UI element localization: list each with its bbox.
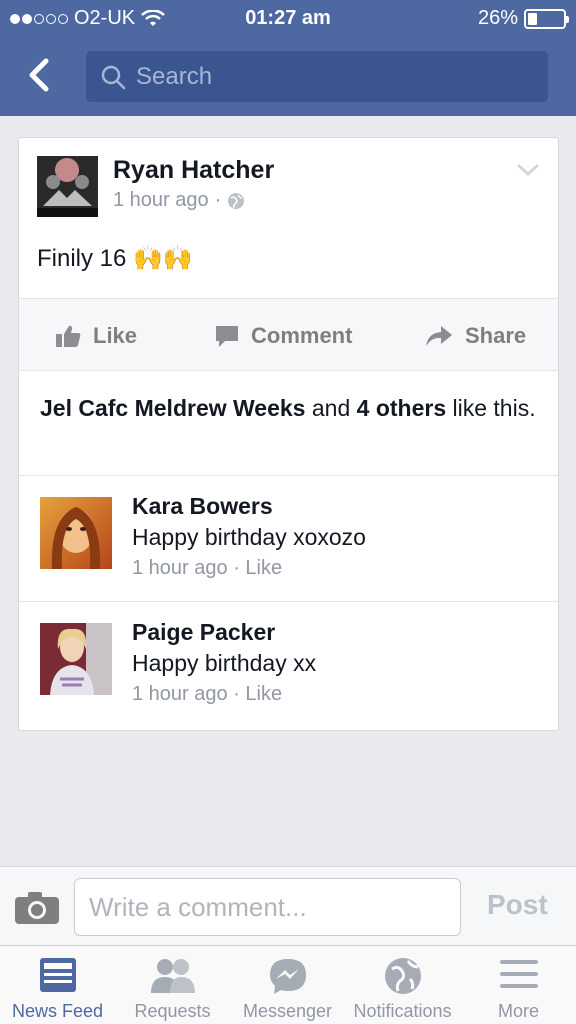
commenter-name[interactable]: Paige Packer [132,619,275,646]
comment-text: Happy birthday xx [132,650,317,676]
tab-requests[interactable]: Requests [115,946,230,1024]
post-options-button[interactable] [516,162,540,178]
search-input[interactable] [136,62,516,91]
tab-label: Messenger [242,1001,333,1021]
author-avatar[interactable] [37,156,98,217]
post-text: Finily 16 🙌🙌 [37,244,193,273]
speech-bubble-icon [216,325,238,347]
commenter-avatar[interactable] [40,623,112,695]
comment-item: Kara Bowers Happy birthday xoxozo 1 hour… [19,475,558,601]
comment-composer: Post [0,866,576,945]
post-message: Finily 16 [37,245,127,272]
comment-timestamp: 1 hour ago [132,557,228,579]
comment-timestamp: 1 hour ago [132,683,228,705]
public-globe-icon [228,192,245,209]
post-action-bar: Like Comment Share [19,298,558,371]
messenger-icon [269,959,306,994]
search-icon [101,65,126,89]
comment-separator: · [227,683,246,705]
comment-text: Happy birthday xoxozo [132,524,366,550]
chevron-down-icon [517,164,539,177]
post-card: Ryan Hatcher 1 hour ago · Finily 16 🙌🙌 L… [18,137,559,731]
post-comment-button[interactable]: Post [487,889,548,921]
navigation-header: O2-UK 01:27 am 26% [0,0,576,116]
globe-icon [384,958,421,994]
commenter-name[interactable]: Kara Bowers [132,493,273,520]
share-label: Share [465,322,527,348]
share-arrow-icon [426,325,452,346]
tab-messenger[interactable]: Messenger [230,946,345,1024]
battery-icon [524,8,569,29]
back-button[interactable] [22,55,62,95]
comment-label: Comment [251,322,353,348]
tab-label: More [497,1001,539,1021]
tab-label: Requests [134,1001,211,1021]
tab-news-feed[interactable]: News Feed [0,946,115,1024]
comment-like-link[interactable]: Like [245,557,282,579]
chevron-left-icon [29,58,49,92]
likes-summary[interactable]: Jel Cafc Meldrew Weeks and 4 others like… [40,394,540,423]
comment-separator: · [227,557,246,579]
commenter-photo-image [40,623,112,695]
likes-and: and [311,395,351,421]
commenter-photo-image [40,497,112,569]
tab-label: Notifications [353,1001,452,1021]
share-button[interactable]: Share [425,299,526,372]
battery-percent: 26% [477,7,518,29]
tab-notifications[interactable]: Notifications [345,946,460,1024]
post-timestamp: 1 hour ago [113,189,209,211]
status-bar: O2-UK 01:27 am 26% [0,0,576,38]
likes-suffix: like this. [452,395,536,421]
like-button[interactable]: Like [55,299,137,372]
profile-photo-image [37,156,98,217]
post-author-name[interactable]: Ryan Hatcher [113,156,274,185]
news-feed-icon [39,958,76,992]
search-bar[interactable] [86,51,548,102]
tab-more[interactable]: More [461,946,576,1024]
commenter-avatar[interactable] [40,497,112,569]
friend-requests-icon [150,959,195,993]
thumbs-up-icon [56,325,81,347]
camera-button[interactable] [14,891,60,925]
comment-meta: 1 hour ago · Like [132,557,282,580]
menu-icon [499,960,538,988]
like-label: Like [93,322,138,348]
meta-separator: · [214,189,222,211]
comment-item: Paige Packer Happy birthday xx 1 hour ag… [19,601,558,727]
comment-like-link[interactable]: Like [245,683,282,705]
liker-names[interactable]: Jel Cafc Meldrew Weeks [40,395,305,421]
comment-input[interactable] [74,878,461,936]
comment-button[interactable]: Comment [215,299,352,372]
tab-label: News Feed [11,1001,104,1021]
post-emoji: 🙌🙌 [133,245,193,272]
camera-icon [15,892,59,924]
comment-meta: 1 hour ago · Like [132,683,282,706]
likes-others[interactable]: 4 others [357,395,446,421]
post-meta: 1 hour ago · [113,189,245,212]
tab-bar: News Feed Requests Messenger Notificatio… [0,945,576,1024]
battery-status: 26% [477,7,569,30]
